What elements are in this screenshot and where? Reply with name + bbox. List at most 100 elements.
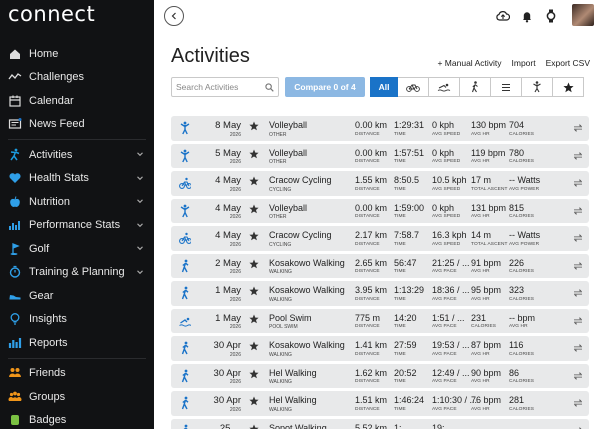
back-button[interactable] [164, 6, 184, 26]
more-options-icon[interactable] [573, 261, 583, 271]
activity-row[interactable]: 1 May 2026 Kosakowo Walking WALKING 3.95 km D… [171, 281, 589, 306]
activity-row[interactable]: 5 May 2026 Volleyball OTHER 0.00 km DISTANCE 1… [171, 143, 589, 168]
activity-type: OTHER [269, 214, 287, 220]
star-icon[interactable] [249, 341, 259, 351]
sidebar-item-home[interactable]: Home [0, 42, 154, 66]
connect-logo[interactable]: connect [8, 2, 95, 26]
star-icon[interactable] [249, 176, 259, 186]
stat-value: 14:20 [394, 312, 417, 323]
chevron-down-icon[interactable] [136, 220, 144, 228]
chevron-down-icon[interactable] [136, 196, 144, 204]
star-icon[interactable] [249, 121, 259, 131]
search-input[interactable]: Search Activities [171, 77, 279, 97]
sidebar-item-gear[interactable]: Gear [0, 284, 154, 308]
star-icon[interactable] [249, 396, 259, 406]
activity-stat: ... [471, 423, 479, 429]
sidebar-item-groups[interactable]: Groups [0, 385, 154, 409]
sidebar-item-insights[interactable]: Insights [0, 308, 154, 332]
more-options-icon[interactable] [573, 288, 583, 298]
activity-row[interactable]: 2 May 2026 Kosakowo Walking WALKING 2.65 km D… [171, 253, 589, 278]
filter-other[interactable] [491, 77, 522, 97]
sidebar-item-performance-stats[interactable]: Performance Stats [0, 214, 154, 238]
list-icon [502, 83, 510, 91]
activity-name[interactable]: Cracow Cycling [269, 230, 332, 240]
more-options-icon[interactable] [573, 178, 583, 188]
bell-icon[interactable] [520, 9, 534, 23]
sidebar-item-badges[interactable]: Badges [0, 409, 154, 429]
more-options-icon[interactable] [573, 151, 583, 161]
activity-name[interactable]: Volleyball [269, 203, 307, 213]
star-icon[interactable] [249, 259, 259, 269]
compare-button[interactable]: Compare 0 of 4 [285, 77, 365, 97]
star-icon[interactable] [249, 149, 259, 159]
chevron-down-icon[interactable] [136, 149, 144, 157]
star-icon[interactable] [249, 231, 259, 241]
more-options-icon[interactable] [573, 123, 583, 133]
more-options-icon[interactable] [573, 371, 583, 381]
activity-row[interactable]: 4 May 2026 Volleyball OTHER 0.00 km DISTANCE 1… [171, 198, 589, 223]
star-icon[interactable] [249, 204, 259, 214]
activity-row[interactable]: 8 May 2026 Volleyball OTHER 0.00 km DISTANCE 1… [171, 116, 589, 141]
activity-type: CYCLING [269, 186, 292, 193]
more-options-icon[interactable] [573, 316, 583, 326]
watch-icon[interactable] [544, 9, 558, 23]
filter-fitness[interactable] [522, 77, 553, 97]
more-options-icon[interactable] [573, 206, 583, 216]
star-icon[interactable] [249, 369, 259, 379]
filter-favorites[interactable] [553, 77, 584, 97]
activity-row[interactable]: 1 May 2026 Pool Swim POOL SWIM 775 m DISTANCE… [171, 308, 589, 333]
more-options-icon[interactable] [573, 398, 583, 408]
activity-row[interactable]: 30 Apr 2026 Kosakowo Walking WALKING 1.41 km… [171, 336, 589, 361]
more-options-icon[interactable] [573, 343, 583, 353]
activity-name[interactable]: Kosakowo Walking [269, 258, 345, 268]
sidebar-item-friends[interactable]: Friends [0, 362, 154, 386]
activity-row[interactable]: 4 May 2026 Cracow Cycling CYCLING 1.55 km DIS… [171, 171, 589, 196]
filter-walking[interactable] [460, 77, 491, 97]
sidebar-item-health-stats[interactable]: Health Stats [0, 167, 154, 191]
activity-stat: 1:46:24 TIME [394, 395, 424, 412]
sidebar-item-nutrition[interactable]: Nutrition [0, 190, 154, 214]
chevron-down-icon[interactable] [136, 243, 144, 251]
manual-activity-link[interactable]: + Manual Activity [437, 58, 501, 68]
export-csv-link[interactable]: Export CSV [546, 58, 590, 68]
activity-name[interactable]: Hel Walking [269, 368, 317, 378]
activity-row[interactable]: 30 Apr 2026 Hel Walking WALKING 1.51 km DISTA… [171, 391, 589, 416]
star-icon[interactable] [249, 424, 259, 429]
activity-stat: 1.51 km DISTANCE [355, 395, 387, 412]
activity-row[interactable]: 25 ... Sopot Walking 5.52 km 1:... 19:......… [171, 418, 589, 429]
upload-icon[interactable] [496, 9, 510, 23]
sidebar-item-reports[interactable]: Reports [0, 331, 154, 355]
import-link[interactable]: Import [512, 58, 536, 68]
sidebar-item-calendar[interactable]: Calendar [0, 89, 154, 113]
star-icon[interactable] [249, 286, 259, 296]
activity-name[interactable]: Hel Walking [269, 395, 317, 405]
chevron-down-icon[interactable] [136, 267, 144, 275]
star-icon[interactable] [249, 314, 259, 324]
filter-all[interactable]: All [370, 77, 398, 97]
filter-swimming[interactable] [429, 77, 460, 97]
more-options-icon[interactable] [573, 233, 583, 243]
activity-name[interactable]: Kosakowo Walking [269, 340, 345, 350]
sidebar-item-golf[interactable]: Golf [0, 237, 154, 261]
sidebar-item-challenges[interactable]: Challenges [0, 66, 154, 90]
stat-label: DISTANCE [355, 296, 380, 302]
stat-value: 0.00 km [355, 202, 388, 213]
stat-value: 1.62 km [355, 367, 388, 378]
activity-name[interactable]: Cracow Cycling [269, 175, 332, 185]
more-options-icon[interactable] [573, 426, 583, 429]
activity-row[interactable]: 30 Apr 2026 Hel Walking WALKING 1.62 km DISTA… [171, 363, 589, 388]
activity-name[interactable]: Volleyball [269, 120, 307, 130]
avatar[interactable] [572, 4, 594, 26]
reports-icon [8, 336, 22, 350]
sidebar-item-activities[interactable]: Activities [0, 143, 154, 167]
filter-cycling[interactable] [398, 77, 429, 97]
sidebar-item-news-feed[interactable]: News Feed [0, 113, 154, 137]
activity-row[interactable]: 4 May 2026 Cracow Cycling CYCLING 2.17 km DIS… [171, 226, 589, 251]
activity-name[interactable]: Volleyball [269, 148, 307, 158]
sidebar-item-training-planning[interactable]: Training & Planning [0, 261, 154, 285]
activity-name[interactable]: Pool Swim [269, 313, 312, 323]
chevron-down-icon[interactable] [136, 173, 144, 181]
stat-label: DISTANCE [355, 379, 380, 384]
activity-name[interactable]: Sopot Walking [269, 423, 327, 429]
activity-name[interactable]: Kosakowo Walking [269, 285, 345, 295]
